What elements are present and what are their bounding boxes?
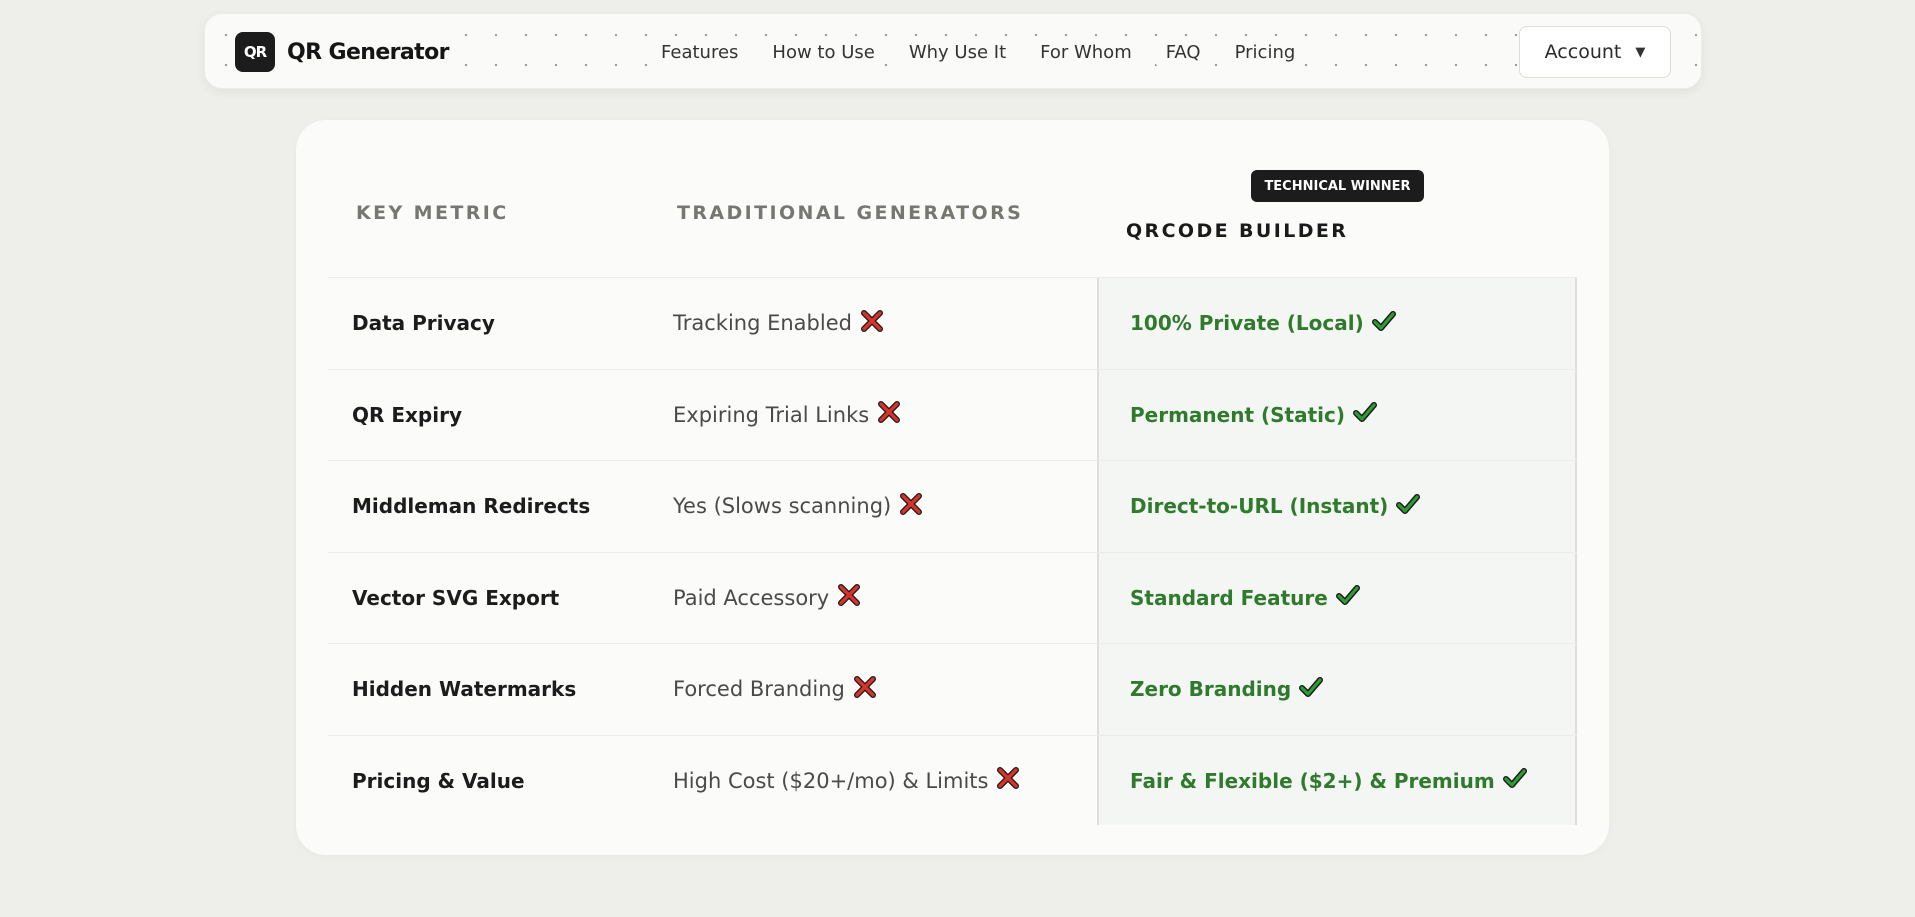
comparison-row: Vector SVG Export Paid Accessory Standard …: [328, 551, 1577, 643]
traditional-value: Paid Accessory: [673, 553, 861, 643]
check-mark-icon: [1299, 676, 1324, 703]
traditional-value: Forced Branding: [673, 644, 877, 734]
traditional-value: Yes (Slows scanning): [673, 461, 923, 551]
logo-icon: QR: [235, 32, 275, 72]
nav-pricing[interactable]: Pricing: [1224, 37, 1306, 67]
traditional-text: Paid Accessory: [673, 585, 830, 610]
brand-name: QR Generator: [287, 39, 449, 65]
nav-why-use-it[interactable]: Why Use It: [898, 37, 1017, 67]
technical-winner-badge: TECHNICAL WINNER: [1251, 170, 1424, 202]
metric-label: QR Expiry: [352, 402, 462, 427]
comparison-row: Pricing & Value High Cost ($20+/mo) & Lim…: [328, 734, 1577, 826]
nav-for-whom[interactable]: For Whom: [1030, 37, 1142, 67]
builder-text: Fair & Flexible ($2+) & Premium: [1130, 768, 1495, 793]
traditional-value: Expiring Trial Links: [673, 370, 901, 460]
check-mark-icon: [1371, 310, 1396, 337]
metric-label: Middleman Redirects: [352, 494, 591, 518]
builder-value: 100% Private (Local): [1130, 278, 1396, 368]
metric-label: Data Privacy: [352, 311, 495, 335]
traditional-value: Tracking Enabled: [673, 278, 884, 368]
builder-value: Fair & Flexible ($2+) & Premium: [1130, 736, 1527, 826]
comparison-row: Data Privacy Tracking Enabled 100% Private…: [328, 277, 1577, 368]
traditional-text: High Cost ($20+/mo) & Limits: [673, 768, 989, 793]
builder-value: Permanent (Static): [1130, 370, 1377, 460]
comparison-row: QR Expiry Expiring Trial Links Permanent (…: [328, 368, 1577, 460]
nav-how-to-use[interactable]: How to Use: [762, 37, 885, 67]
check-mark-icon: [1353, 401, 1377, 428]
builder-value: Standard Feature: [1130, 553, 1360, 643]
cross-mark-icon: [996, 766, 1020, 795]
traditional-text: Tracking Enabled: [673, 311, 852, 335]
main-nav: Features How to Use Why Use It For Whom …: [651, 36, 1319, 68]
check-mark-icon: [1502, 767, 1527, 794]
check-mark-icon: [1396, 493, 1421, 520]
account-button[interactable]: Account ▼: [1519, 26, 1671, 78]
builder-text: Permanent (Static): [1130, 402, 1345, 427]
traditional-text: Forced Branding: [673, 677, 845, 701]
metric-label: Pricing & Value: [352, 768, 525, 793]
check-mark-icon: [1335, 584, 1360, 611]
column-header-key-metric: KEY METRIC: [356, 202, 509, 224]
nav-features[interactable]: Features: [651, 37, 749, 67]
column-header-traditional: TRADITIONAL GENERATORS: [677, 202, 1024, 224]
builder-value: Zero Branding: [1130, 644, 1324, 734]
brand[interactable]: QR QR Generator: [235, 32, 455, 72]
caret-down-icon: ▼: [1635, 44, 1646, 60]
traditional-text: Expiring Trial Links: [673, 402, 870, 427]
nav-faq[interactable]: FAQ: [1155, 37, 1211, 67]
builder-text: Zero Branding: [1130, 677, 1292, 701]
account-label: Account: [1544, 41, 1622, 63]
cross-mark-icon: [860, 309, 884, 338]
metric-label: Hidden Watermarks: [352, 677, 577, 701]
cross-mark-icon: [899, 492, 923, 521]
traditional-text: Yes (Slows scanning): [673, 494, 892, 518]
top-navbar: QR QR Generator Features How to Use Why …: [204, 13, 1702, 89]
builder-text: 100% Private (Local): [1130, 311, 1364, 335]
cross-mark-icon: [853, 675, 877, 704]
cross-mark-icon: [837, 583, 861, 612]
comparison-row: Hidden Watermarks Forced Branding Zero Bra…: [328, 643, 1577, 734]
traditional-value: High Cost ($20+/mo) & Limits: [673, 736, 1020, 826]
column-header-qrcode-builder: QRCODE BUILDER: [1126, 220, 1349, 242]
builder-value: Direct-to-URL (Instant): [1130, 461, 1421, 551]
cross-mark-icon: [877, 400, 901, 429]
builder-text: Standard Feature: [1130, 585, 1328, 610]
builder-text: Direct-to-URL (Instant): [1130, 494, 1389, 518]
comparison-card: KEY METRIC TRADITIONAL GENERATORS TECHNI…: [296, 120, 1609, 855]
comparison-row: Middleman Redirects Yes (Slows scanning) D…: [328, 460, 1577, 551]
metric-label: Vector SVG Export: [352, 585, 560, 610]
